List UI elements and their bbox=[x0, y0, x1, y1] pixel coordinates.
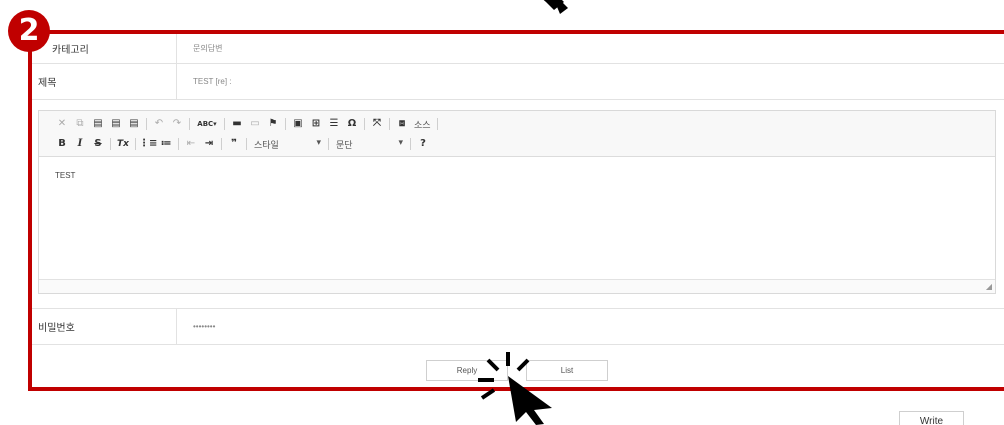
reply-form: 카테고리 문의답변 제목 TEST [re] : ✕ ⧉ ▤ ▤ ▤ ↶ ↷ A… bbox=[32, 34, 1004, 381]
toolbar-separator bbox=[285, 118, 286, 130]
pointer-cursor-icon bbox=[543, 0, 568, 14]
title-label: 제목 bbox=[32, 64, 177, 99]
blockquote-icon[interactable]: ❞ bbox=[225, 136, 243, 152]
toolbar-separator bbox=[135, 138, 136, 150]
paragraph-select[interactable]: 문단 ▾ bbox=[332, 138, 407, 151]
rich-text-editor: ✕ ⧉ ▤ ▤ ▤ ↶ ↷ ABC▾ ▬ ▭ ⚑ ▣ ⊞ ☰ Ω ⤧ ⧈ 소스 … bbox=[38, 110, 996, 294]
password-label: 비밀번호 bbox=[32, 309, 177, 344]
editor-row: ✕ ⧉ ▤ ▤ ▤ ↶ ↷ ABC▾ ▬ ▭ ⚑ ▣ ⊞ ☰ Ω ⤧ ⧈ 소스 … bbox=[32, 100, 1004, 309]
toolbar-separator bbox=[436, 118, 438, 130]
numbered-list-icon[interactable]: ⋮≡ bbox=[139, 136, 157, 152]
editor-toolbar: ✕ ⧉ ▤ ▤ ▤ ↶ ↷ ABC▾ ▬ ▭ ⚑ ▣ ⊞ ☰ Ω ⤧ ⧈ 소스 … bbox=[39, 111, 995, 157]
source-icon[interactable]: ⧈ bbox=[393, 116, 411, 132]
bold-button[interactable]: B bbox=[53, 136, 71, 152]
help-icon[interactable]: ? bbox=[414, 136, 432, 152]
cut-icon[interactable]: ✕ bbox=[53, 116, 71, 132]
maximize-icon[interactable]: ⤧ bbox=[368, 116, 386, 132]
toolbar-separator bbox=[110, 138, 111, 150]
source-button[interactable]: 소스 bbox=[411, 118, 434, 131]
toolbar-line-1: ✕ ⧉ ▤ ▤ ▤ ↶ ↷ ABC▾ ▬ ▭ ⚑ ▣ ⊞ ☰ Ω ⤧ ⧈ 소스 bbox=[53, 114, 981, 134]
step-badge: 2 bbox=[8, 10, 50, 52]
toolbar-separator bbox=[389, 118, 390, 130]
toolbar-separator bbox=[410, 138, 411, 150]
toolbar-separator bbox=[146, 118, 147, 130]
resize-grip-icon[interactable]: ◢ bbox=[986, 282, 992, 291]
paste-word-icon[interactable]: ▤ bbox=[125, 116, 143, 132]
category-label: 카테고리 bbox=[32, 34, 177, 63]
toolbar-separator bbox=[224, 118, 225, 130]
title-row: 제목 TEST [re] : bbox=[32, 64, 1004, 100]
title-field[interactable]: TEST [re] : bbox=[177, 64, 1004, 99]
category-value[interactable]: 문의답변 bbox=[177, 34, 1004, 63]
table-icon[interactable]: ⊞ bbox=[307, 116, 325, 132]
write-button[interactable]: Write bbox=[899, 411, 964, 425]
anchor-flag-icon[interactable]: ⚑ bbox=[264, 116, 282, 132]
toolbar-separator bbox=[328, 138, 329, 150]
chevron-down-icon: ▾ bbox=[316, 137, 321, 148]
click-cursor-icon bbox=[478, 352, 552, 425]
chevron-down-icon: ▾ bbox=[398, 137, 403, 148]
toolbar-separator bbox=[364, 118, 365, 130]
highlight-frame: 카테고리 문의답변 제목 TEST [re] : ✕ ⧉ ▤ ▤ ▤ ↶ ↷ A… bbox=[28, 30, 1004, 391]
toolbar-separator bbox=[178, 138, 179, 150]
category-row: 카테고리 문의답변 bbox=[32, 34, 1004, 64]
toolbar-line-2: B I S Tx ⋮≡ ≔ ⇤ ⇥ ❞ 스타일 ▾ 문단 ▾ ? bbox=[53, 134, 981, 154]
style-select-label: 스타일 bbox=[254, 140, 279, 151]
horizontal-rule-icon[interactable]: ☰ bbox=[325, 116, 343, 132]
link-icon[interactable]: ▬ bbox=[228, 116, 246, 132]
paste-text-icon[interactable]: ▤ bbox=[107, 116, 125, 132]
toolbar-separator bbox=[189, 118, 190, 130]
style-select[interactable]: 스타일 ▾ bbox=[250, 138, 325, 151]
bulleted-list-icon[interactable]: ≔ bbox=[157, 136, 175, 152]
redo-icon[interactable]: ↷ bbox=[168, 116, 186, 132]
strike-button[interactable]: S bbox=[89, 136, 107, 152]
remove-format-button[interactable]: Tx bbox=[114, 136, 132, 152]
copy-icon[interactable]: ⧉ bbox=[71, 116, 89, 132]
indent-icon[interactable]: ⇥ bbox=[200, 136, 218, 152]
unlink-icon[interactable]: ▭ bbox=[246, 116, 264, 132]
password-field[interactable]: •••••••• bbox=[177, 309, 1004, 344]
toolbar-separator bbox=[221, 138, 222, 150]
undo-icon[interactable]: ↶ bbox=[150, 116, 168, 132]
image-icon[interactable]: ▣ bbox=[289, 116, 307, 132]
paragraph-select-label: 문단 bbox=[336, 140, 353, 151]
spellcheck-icon[interactable]: ABC▾ bbox=[193, 116, 221, 132]
editor-statusbar: ◢ bbox=[39, 279, 995, 293]
paste-icon[interactable]: ▤ bbox=[89, 116, 107, 132]
editor-content-area[interactable]: TEST bbox=[39, 157, 995, 279]
special-char-icon[interactable]: Ω bbox=[343, 116, 361, 132]
italic-button[interactable]: I bbox=[71, 136, 89, 152]
password-row: 비밀번호 •••••••• bbox=[32, 309, 1004, 345]
outdent-icon[interactable]: ⇤ bbox=[182, 136, 200, 152]
toolbar-separator bbox=[246, 138, 247, 150]
